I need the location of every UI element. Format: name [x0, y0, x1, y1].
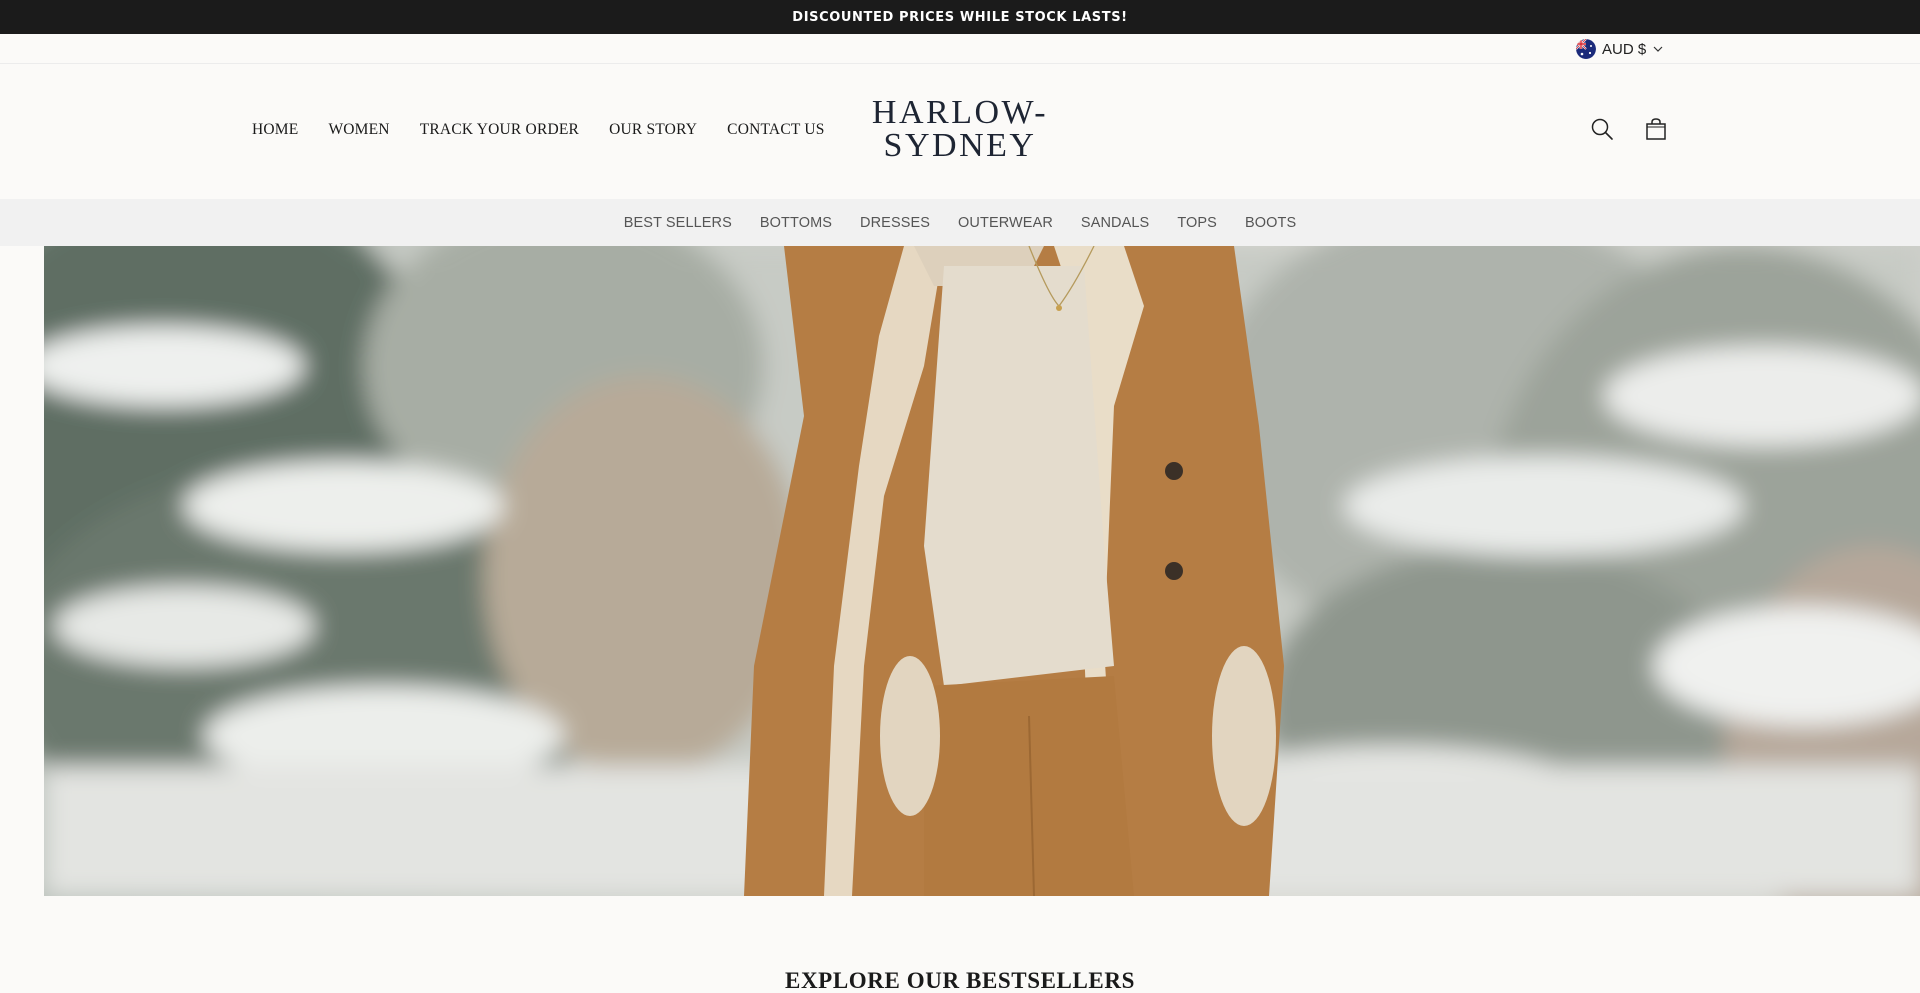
category-boots[interactable]: BOOTS [1245, 215, 1296, 231]
search-icon[interactable] [1590, 117, 1614, 141]
nav-item-contact-us[interactable]: CONTACT US [727, 121, 824, 139]
nav-item-home[interactable]: HOME [252, 121, 298, 139]
announcement-bar: DISCOUNTED PRICES WHILE STOCK LASTS! [0, 0, 1920, 34]
bestsellers-heading: EXPLORE OUR BESTSELLERS [785, 968, 1135, 993]
hero-banner-image[interactable] [44, 246, 1920, 896]
nav-item-track-order[interactable]: TRACK YOUR ORDER [420, 121, 579, 139]
australia-flag-icon [1576, 39, 1596, 59]
logo-line-1: HARLOW- [871, 94, 1049, 131]
chevron-down-icon [1653, 46, 1663, 52]
header-actions [1590, 117, 1668, 141]
category-dresses[interactable]: DRESSES [860, 215, 930, 231]
hero-illustration [44, 246, 1920, 896]
category-best-sellers[interactable]: BEST SELLERS [624, 215, 732, 231]
site-header: HOME WOMEN TRACK YOUR ORDER OUR STORY CO… [0, 64, 1920, 199]
category-bottoms[interactable]: BOTTOMS [760, 215, 832, 231]
category-bar: BEST SELLERS BOTTOMS DRESSES OUTERWEAR S… [0, 199, 1920, 246]
currency-selector[interactable]: AUD $ [1576, 39, 1664, 59]
logo-line-2: SYDNEY [883, 127, 1037, 164]
main-nav: HOME WOMEN TRACK YOUR ORDER OUR STORY CO… [252, 121, 855, 139]
category-sandals[interactable]: SANDALS [1081, 215, 1149, 231]
nav-item-women[interactable]: WOMEN [328, 121, 389, 139]
nav-item-our-story[interactable]: OUR STORY [609, 121, 697, 139]
category-tops[interactable]: TOPS [1177, 215, 1217, 231]
site-logo[interactable]: HARLOW- SYDNEY [860, 94, 1060, 164]
announcement-text: DISCOUNTED PRICES WHILE STOCK LASTS! [792, 9, 1128, 25]
shopping-bag-icon[interactable] [1644, 117, 1668, 141]
utility-bar: AUD $ [0, 34, 1920, 64]
category-outerwear[interactable]: OUTERWEAR [958, 215, 1053, 231]
currency-label: AUD $ [1602, 40, 1647, 58]
